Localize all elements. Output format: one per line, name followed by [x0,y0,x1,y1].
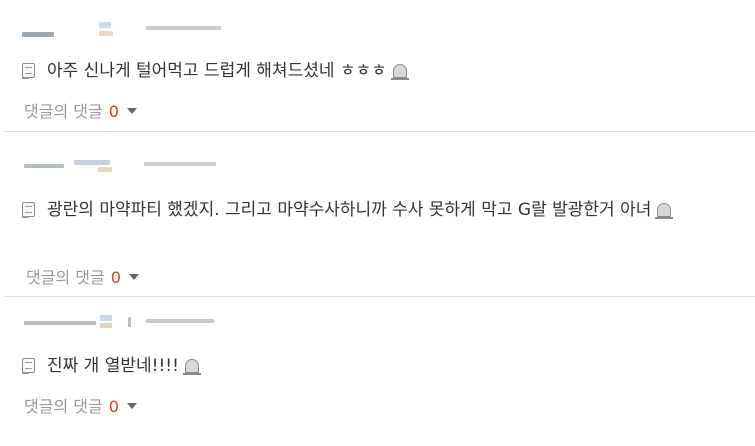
comment-item: 진짜 개 열받네!!!! 댓글의 댓글 0 [0,297,755,446]
comment-body: 광란의 마약파티 했겠지. 그리고 마약수사하니까 수사 못하게 막고 G랄 발… [22,196,737,224]
caret-down-icon [128,274,139,280]
reply-toggle[interactable]: 댓글의 댓글 0 [24,397,137,417]
reply-count: 0 [110,268,121,287]
reply-label: 댓글의 댓글 [24,102,103,121]
comment-item: 광란의 마약파티 했겠지. 그리고 마약수사하니까 수사 못하게 막고 G랄 발… [0,132,755,296]
caret-down-icon [126,403,137,409]
grave-icon [182,359,201,375]
comment-text: 진짜 개 열받네!!!! [47,356,179,376]
grave-icon [655,203,674,219]
comment-author-meta[interactable] [22,22,222,40]
comment-item: 아주 신나게 털어먹고 드럽게 해쳐드셨네 ㅎㅎㅎ 댓글의 댓글 0 [0,0,755,131]
caret-down-icon [126,108,137,114]
memo-icon [22,202,35,218]
comment-author-meta[interactable] [24,315,224,333]
reply-count: 0 [108,397,119,416]
reply-toggle[interactable]: 댓글의 댓글 0 [24,102,137,122]
reply-label: 댓글의 댓글 [26,268,105,287]
comment-body: 진짜 개 열받네!!!! [22,352,735,380]
comment-text: 광란의 마약파티 했겠지. 그리고 마약수사하니까 수사 못하게 막고 G랄 발… [47,200,652,220]
memo-icon [22,358,35,374]
memo-icon [22,63,35,79]
reply-label: 댓글의 댓글 [24,397,103,416]
comment-body: 아주 신나게 털어먹고 드럽게 해쳐드셨네 ㅎㅎㅎ [22,57,735,85]
reply-toggle[interactable]: 댓글의 댓글 0 [26,268,139,288]
reply-count: 0 [108,102,119,121]
comment-text: 아주 신나게 털어먹고 드럽게 해쳐드셨네 ㅎㅎㅎ [47,61,387,81]
comment-author-meta[interactable] [24,158,224,176]
grave-icon [390,64,409,80]
